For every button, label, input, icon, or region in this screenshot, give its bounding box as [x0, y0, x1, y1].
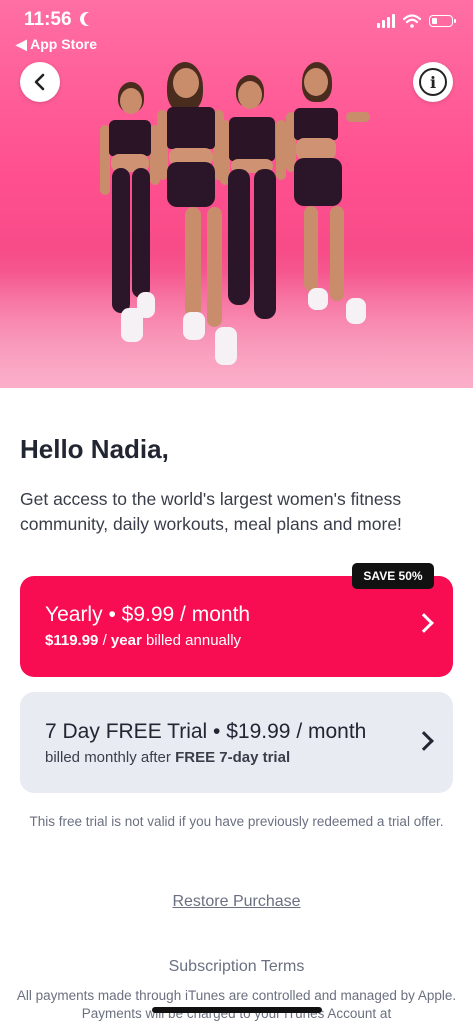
- model-shoe: [346, 298, 366, 324]
- plan-billing: billed monthly after FREE 7-day trial: [45, 749, 290, 766]
- plan-period: / month: [180, 603, 251, 626]
- model-leg: [294, 158, 342, 206]
- status-time: 11:56: [24, 9, 72, 30]
- info-button[interactable]: i: [413, 62, 453, 102]
- model-leg-skin: [304, 206, 318, 291]
- back-to-app-store-link[interactable]: ◀ App Store: [16, 36, 97, 53]
- plan-title: Yearly • $9.99 / month: [45, 603, 251, 626]
- trial-disclaimer: This free trial is not valid if you have…: [29, 814, 444, 829]
- model-leg: [132, 168, 150, 298]
- plan-price: $9.99: [121, 603, 175, 626]
- battery-icon: [429, 15, 456, 27]
- greeting-heading: Hello Nadia,: [20, 434, 169, 464]
- model-head: [304, 68, 328, 96]
- model-leg-skin: [330, 206, 344, 301]
- model-shoe: [308, 288, 328, 310]
- billing-bold: FREE 7-day trial: [175, 749, 291, 766]
- model-head: [120, 88, 142, 114]
- chevron-right-icon: [414, 731, 434, 751]
- battery-level: [432, 18, 437, 24]
- restore-purchase-link[interactable]: Restore Purchase: [0, 893, 473, 911]
- save-badge: SAVE 50%: [352, 563, 434, 589]
- model-torso: [296, 138, 336, 160]
- model-top: [229, 117, 275, 161]
- model-head: [173, 68, 199, 98]
- info-icon: i: [419, 68, 447, 96]
- model-shoe: [183, 312, 205, 340]
- yearly-plan-button[interactable]: Yearly • $9.99 / month $119.99 / year bi…: [20, 576, 453, 677]
- plan-name: Yearly: [45, 603, 103, 626]
- billing-amount: $119.99: [45, 632, 99, 649]
- cellular-signal-icon: [377, 14, 395, 28]
- back-button[interactable]: [20, 62, 60, 102]
- billing-note: billed annually: [145, 632, 242, 649]
- moon-icon: [84, 12, 98, 26]
- subtitle-text: Get access to the world's largest women'…: [20, 489, 402, 534]
- subscription-terms-title: Subscription Terms: [168, 958, 305, 975]
- home-indicator[interactable]: [152, 1007, 322, 1013]
- subscription-terms-body: All payments made through iTunes are con…: [16, 988, 457, 1021]
- billing-unit: year: [110, 632, 142, 649]
- model-leg: [254, 169, 276, 319]
- chevron-left-icon: [34, 73, 45, 91]
- hero-image: 11:56 ◀ App Store i: [0, 0, 473, 388]
- model-arm: [346, 112, 370, 122]
- model-leg: [112, 168, 130, 313]
- plan-billing: $119.99 / year billed annually: [45, 632, 242, 649]
- plan-title: 7 Day FREE Trial • $19.99 / month: [45, 720, 367, 743]
- billing-prefix: billed monthly after: [45, 749, 171, 766]
- model-head: [238, 81, 262, 109]
- chevron-right-icon: [414, 613, 434, 633]
- wifi-icon: [403, 14, 421, 28]
- model-top: [109, 120, 151, 156]
- model-arm: [276, 120, 286, 180]
- status-icons: [377, 14, 456, 28]
- model-leg: [167, 162, 215, 207]
- trial-plan-button[interactable]: 7 Day FREE Trial • $19.99 / month billed…: [20, 692, 453, 793]
- model-leg: [228, 169, 250, 305]
- plan-period: / month: [296, 720, 367, 743]
- model-shoe: [137, 292, 155, 318]
- plan-price: $19.99: [226, 720, 291, 743]
- status-bar: 11:56 ◀ App Store: [0, 0, 473, 54]
- plan-name: 7 Day FREE Trial: [45, 720, 208, 743]
- model-top: [167, 107, 215, 149]
- model-top: [294, 108, 338, 140]
- model-figure: [286, 62, 376, 332]
- model-leg-skin: [185, 207, 201, 317]
